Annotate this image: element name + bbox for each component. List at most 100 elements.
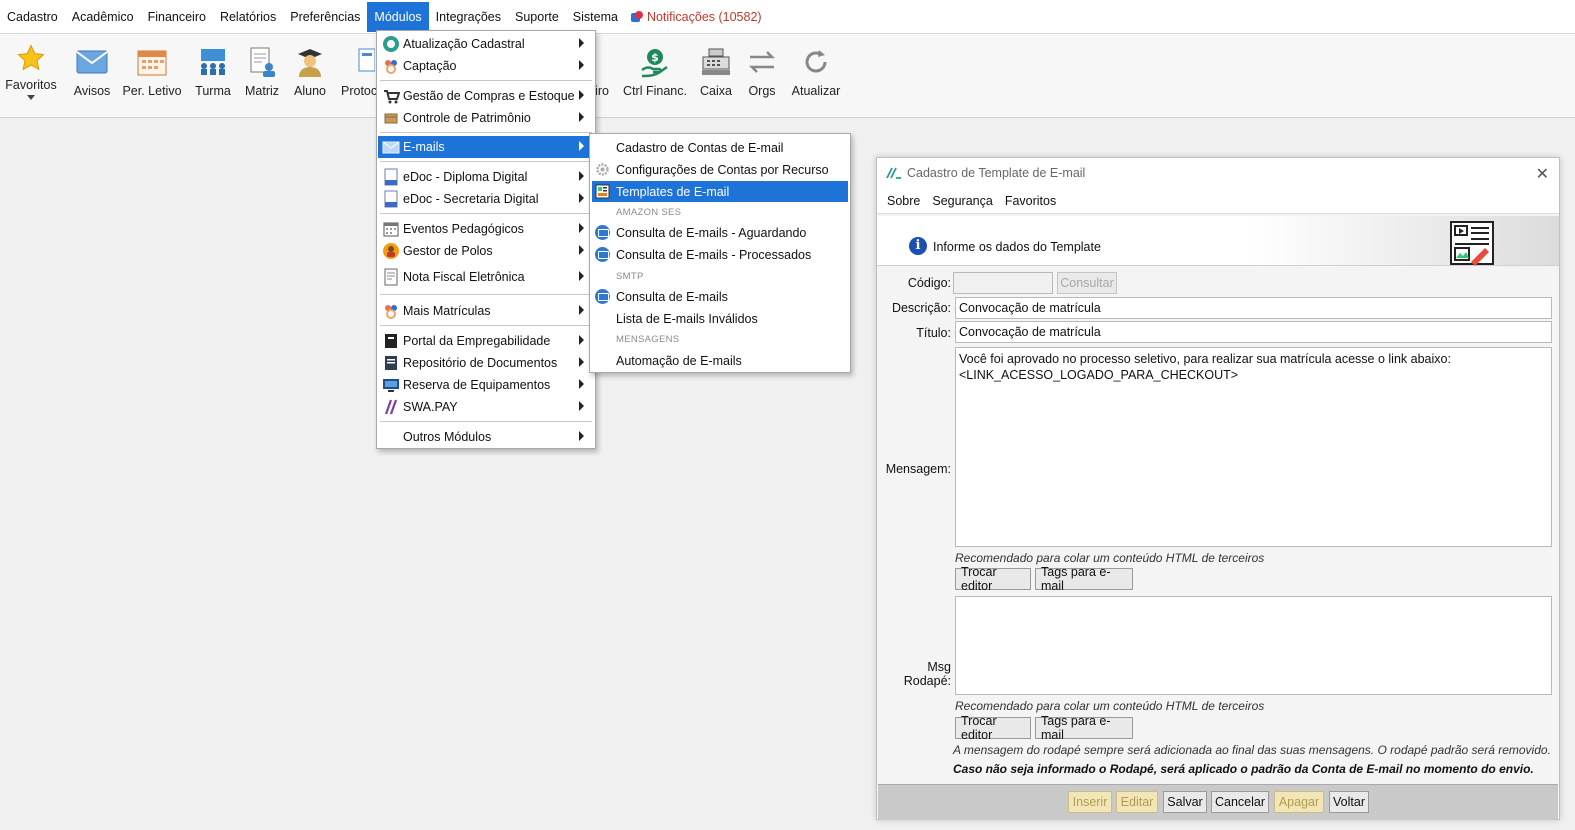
- toolbar-caixa[interactable]: Caixa: [696, 34, 736, 114]
- menu-item-reserva-equipamentos[interactable]: Reserva de Equipamentos: [378, 374, 594, 396]
- person-badge-icon: [383, 243, 399, 259]
- menu-integracoes[interactable]: Integrações: [429, 2, 508, 32]
- titulo-input[interactable]: Convocação de matrícula: [955, 321, 1552, 343]
- calendar-icon: [383, 222, 399, 237]
- section-header-mensagens: MENSAGENS: [616, 334, 680, 345]
- tags-email-rodape-button[interactable]: Tags para e-mail: [1035, 714, 1133, 742]
- toolbar-atualizar[interactable]: Atualizar: [790, 34, 842, 114]
- tags-email-button[interactable]: Tags para e-mail: [1035, 565, 1133, 593]
- menu-item-emails[interactable]: E-mails: [378, 136, 594, 158]
- monitor-icon: [383, 379, 399, 392]
- menu-item-outros-modulos[interactable]: Outros Módulos: [378, 426, 594, 448]
- menu-item-edoc-diploma[interactable]: eDoc - Diploma Digital: [378, 166, 594, 188]
- titulo-label: Título:: [916, 326, 951, 340]
- menu-item-atualizacao-cadastral[interactable]: Atualização Cadastral: [378, 33, 594, 55]
- consultar-button[interactable]: Consultar: [1057, 272, 1117, 294]
- menu-financeiro[interactable]: Financeiro: [141, 2, 213, 32]
- toolbar-per-letivo-label: Per. Letivo: [122, 84, 182, 98]
- toolbar-protocolo-label: Protoc: [341, 84, 378, 98]
- editar-button[interactable]: Editar: [1116, 791, 1158, 813]
- template-icon: [595, 184, 610, 199]
- menu-sistema[interactable]: Sistema: [566, 2, 625, 32]
- cancelar-button[interactable]: Cancelar: [1211, 791, 1269, 813]
- submenu-item-consulta-emails[interactable]: Consulta de E-mails: [592, 286, 848, 307]
- document-icon: [384, 190, 398, 208]
- menu-academico[interactable]: Acadêmico: [65, 2, 141, 32]
- close-icon[interactable]: ✕: [1536, 164, 1549, 184]
- submenu-item-templates[interactable]: Templates de E-mail: [592, 181, 848, 202]
- descricao-input[interactable]: Convocação de matrícula: [955, 297, 1552, 319]
- app-logo-icon: [886, 167, 901, 179]
- submenu-item-configuracoes-contas[interactable]: Configurações de Contas por Recurso: [592, 159, 848, 180]
- codigo-input[interactable]: [953, 272, 1053, 294]
- window-menu-sobre[interactable]: Sobre: [881, 194, 926, 208]
- section-header-smtp: SMTP: [616, 271, 644, 282]
- menu-item-controle-patrimonio[interactable]: Controle de Patrimônio: [378, 107, 594, 129]
- submenu-item-consulta-aguardando[interactable]: Consulta de E-mails - Aguardando: [592, 222, 848, 243]
- toolbar-avisos-label: Avisos: [73, 84, 111, 98]
- toolbar-orgs[interactable]: Orgs: [744, 34, 780, 114]
- menu-item-eventos-pedagogicos[interactable]: Eventos Pedagógicos: [378, 218, 594, 240]
- menu-item-gestor-polos[interactable]: Gestor de Polos: [378, 240, 594, 262]
- mensagem-textarea[interactable]: Você foi aprovado no processo seletivo, …: [955, 347, 1552, 547]
- refresh-icon: [798, 44, 834, 80]
- trocar-editor-button[interactable]: Trocar editor: [955, 565, 1031, 593]
- menu-item-gestao-compras[interactable]: Gestão de Compras e Estoque: [378, 85, 594, 107]
- toolbar-aluno[interactable]: Aluno: [290, 34, 330, 114]
- briefcase-icon: [385, 334, 397, 348]
- window-menu-seguranca[interactable]: Segurança: [926, 194, 998, 208]
- voltar-button[interactable]: Voltar: [1329, 791, 1369, 813]
- toolbar-protocolo[interactable]: Protoc: [340, 34, 380, 114]
- money-hand-icon: $: [637, 44, 673, 80]
- menu-item-swa-pay[interactable]: SWA.PAY: [378, 396, 594, 418]
- toolbar-matriz-label: Matriz: [244, 84, 280, 98]
- toolbar-favoritos[interactable]: Favoritos: [5, 34, 57, 114]
- menu-item-edoc-secretaria[interactable]: eDoc - Secretaria Digital: [378, 188, 594, 210]
- window-menubar: Sobre Segurança Favoritos: [877, 188, 1559, 214]
- section-header-amazon-ses: AMAZON SES: [616, 207, 682, 218]
- toolbar-avisos[interactable]: Avisos: [70, 34, 114, 114]
- menu-item-nota-fiscal[interactable]: Nota Fiscal Eletrônica: [378, 266, 594, 288]
- menu-suporte[interactable]: Suporte: [508, 2, 566, 32]
- submenu-item-cadastro-contas[interactable]: Cadastro de Contas de E-mail: [592, 137, 848, 158]
- menubar: Cadastro Acadêmico Financeiro Relatórios…: [0, 0, 1575, 34]
- menu-preferencias[interactable]: Preferências: [283, 2, 367, 32]
- toolbar-per-letivo[interactable]: Per. Letivo: [122, 34, 182, 114]
- toolbar-turma[interactable]: Turma: [192, 34, 234, 114]
- inserir-button[interactable]: Inserir: [1068, 791, 1112, 813]
- submenu-item-consulta-processados[interactable]: Consulta de E-mails - Processados: [592, 244, 848, 265]
- student-icon: [292, 44, 328, 80]
- email-circle-icon: [595, 247, 610, 262]
- menu-item-mais-matriculas[interactable]: Mais Matrículas: [378, 300, 594, 322]
- submenu-item-automacao[interactable]: Automação de E-mails: [592, 350, 848, 371]
- notifications-label: Notificações (10582): [646, 9, 762, 24]
- chevron-down-icon: [27, 95, 35, 100]
- descricao-label: Descrição:: [891, 301, 951, 315]
- trocar-editor-rodape-button[interactable]: Trocar editor: [955, 714, 1031, 742]
- notifications-link[interactable]: Notificações (10582): [625, 10, 762, 24]
- swa-pay-icon: [384, 399, 398, 415]
- msg-rodape-textarea[interactable]: [955, 596, 1552, 695]
- star-icon: [13, 40, 49, 76]
- toolbar-ctrl-financ[interactable]: $ Ctrl Financ.: [623, 34, 687, 114]
- window-menu-favoritos[interactable]: Favoritos: [999, 194, 1062, 208]
- menu-item-portal-empregabilidade[interactable]: Portal da Empregabilidade: [378, 330, 594, 352]
- menu-relatorios[interactable]: Relatórios: [213, 2, 283, 32]
- calendar-icon: [134, 44, 170, 80]
- protocol-icon: [342, 44, 378, 80]
- email-circle-icon: [595, 225, 610, 240]
- invoice-icon: [384, 268, 398, 286]
- menu-cadastro[interactable]: Cadastro: [0, 2, 65, 32]
- action-bar: Inserir Editar Salvar Cancelar Apagar Vo…: [878, 784, 1558, 820]
- menu-modulos[interactable]: Módulos: [367, 1, 429, 32]
- submenu-item-lista-invalidos[interactable]: Lista de E-mails Inválidos: [592, 308, 848, 329]
- salvar-button[interactable]: Salvar: [1163, 791, 1207, 813]
- document-user-icon: [244, 44, 280, 80]
- window-header: i Informe os dados do Template: [877, 216, 1559, 266]
- apagar-button[interactable]: Apagar: [1274, 791, 1324, 813]
- gear-icon: [596, 163, 609, 176]
- menu-item-captacao[interactable]: Captação: [378, 55, 594, 77]
- shopping-cart-icon: [384, 90, 400, 104]
- toolbar-matriz[interactable]: Matriz: [242, 34, 282, 114]
- menu-item-repositorio-documentos[interactable]: Repositório de Documentos: [378, 352, 594, 374]
